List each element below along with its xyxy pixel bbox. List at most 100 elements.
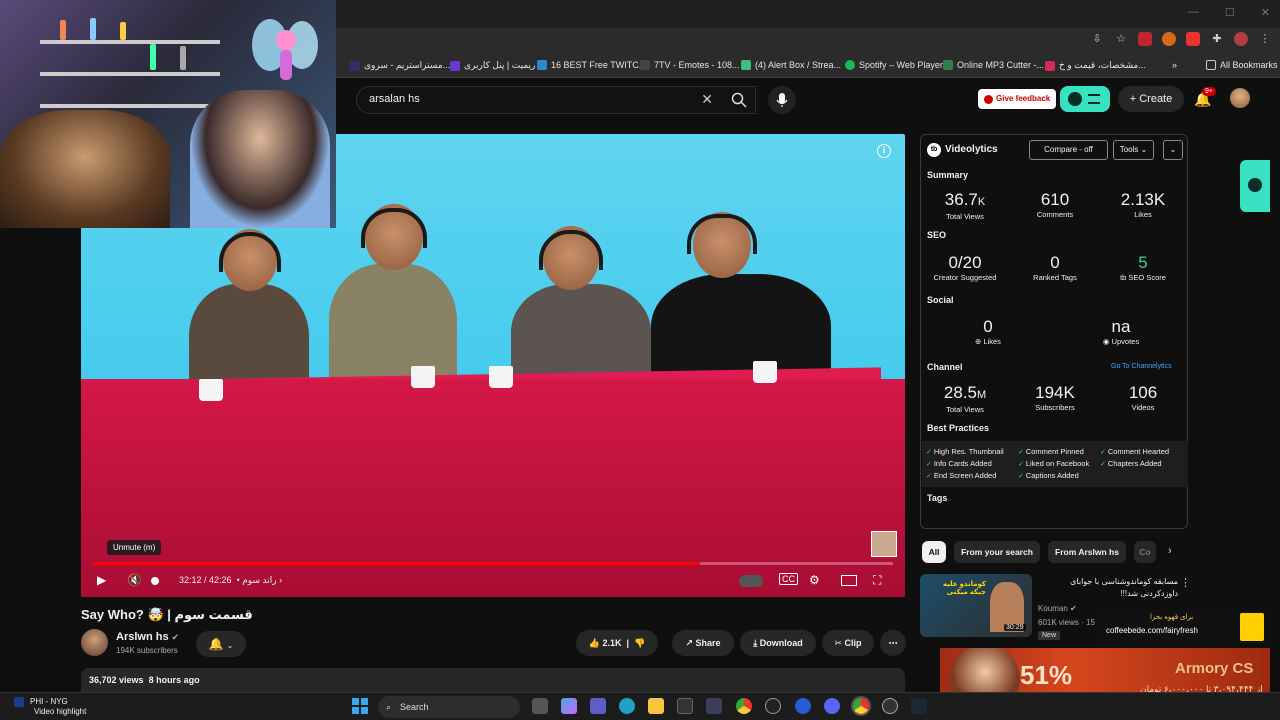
edge-icon[interactable] [619,698,635,714]
channel-watermark[interactable] [871,531,897,557]
extension-red-icon[interactable] [1138,32,1152,46]
extensions-puzzle-icon[interactable]: ✚ [1210,32,1224,46]
bookmark-item[interactable]: مشخصات، قیمت و خ... [1045,60,1146,71]
streamer-person [190,90,330,228]
maximize-icon[interactable]: ☐ [1225,6,1235,19]
voice-search-button[interactable] [768,86,796,114]
app-icon[interactable] [795,698,811,714]
terminal-icon[interactable] [677,698,693,714]
create-label: Create [1139,93,1173,105]
upvotes-label: Upvotes [1111,337,1140,346]
bell-icon: 🔔 [208,637,224,651]
bookmark-item[interactable]: 7TV - Emotes - 108... [640,60,740,70]
bookmark-star-icon[interactable]: ☆ [1114,32,1128,46]
account-avatar[interactable] [1230,88,1250,108]
player-controls: ▶ 🔇 32:12 / 42:26 • راند سوم › CC ⚙ ⛶ [81,565,905,597]
more-actions-icon[interactable]: ⋯ [880,630,906,656]
all-bookmarks[interactable]: All Bookmarks [1206,60,1278,70]
recommendation-channel[interactable]: Kouman ✔ [1038,604,1077,613]
recommendation-title[interactable]: مسابقه کوماندوشناسی با جوابای داوزدکردنی… [1038,576,1178,600]
channel-avatar[interactable] [81,629,108,656]
coffee-cup-icon [1240,613,1264,641]
extension-icons: ⇩ ☆ ✚ ⋮ [1090,32,1272,46]
play-icon[interactable]: ▶ [97,573,106,587]
video-title: Say Who? 🤯 | قسمت سوم [81,607,253,622]
close-icon[interactable]: ✕ [1261,6,1270,19]
spotify-icon [845,60,855,70]
extension-orange-icon[interactable] [1162,32,1176,46]
more-options-icon[interactable]: ⋮ [1180,576,1191,589]
chrome-active-icon[interactable] [853,698,869,714]
chrome-icon[interactable] [736,698,752,714]
seo-score-stat[interactable]: 5 tb SEO Score [1103,253,1183,282]
go-to-channelytics-link[interactable]: Go To Channelytics [1111,363,1172,370]
chip-more[interactable]: Co [1134,541,1156,563]
task-view-icon[interactable] [532,698,548,714]
videolytics-toggle-button[interactable] [1060,86,1110,112]
search-query[interactable]: arsalan hs [369,93,420,105]
compare-toggle-button[interactable]: Compare - off [1029,140,1108,160]
headphones-icon [539,230,603,270]
videolytics-logo-icon [1248,178,1262,192]
figurine [90,18,96,40]
teams-icon[interactable] [590,698,606,714]
more-bookmarks-icon[interactable]: » [1172,60,1177,70]
muted-volume-icon[interactable]: 🔇 [127,573,142,587]
channel-name[interactable]: Arslwn hs ✔ [116,631,179,643]
app-icon[interactable] [706,698,722,714]
download-button[interactable]: ⤓ Download [740,630,816,656]
obs-icon[interactable] [765,698,781,714]
best-practice-item: Chapters Added [1100,459,1162,468]
channel-subs-value: 194K [1035,383,1075,402]
copilot-icon[interactable] [561,698,577,714]
reddit-icon: ◉ [1102,337,1112,346]
sponsor-brand: Armory CS [1175,660,1254,677]
chip-all[interactable]: All [922,541,946,563]
steam-icon[interactable] [911,698,927,714]
bookmark-label: مشخصات، قیمت و خ... [1059,60,1146,70]
media-player-icon[interactable] [882,698,898,714]
extension-camera-icon[interactable] [1186,32,1200,46]
chapter-label[interactable]: • راند سوم [237,575,277,585]
bookmark-item[interactable]: Spotify – Web Player [845,60,943,70]
channel-views-value: 28.5M [925,383,1005,405]
bookmark-item[interactable]: (4) Alert Box / Strea... [741,60,841,70]
taskbar-search[interactable]: ⌕ Search [378,696,520,718]
videolytics-logo-icon [984,94,993,104]
settings-gear-icon[interactable]: ⚙ [809,573,820,587]
bookmark-item[interactable]: Online MP3 Cutter -... [943,60,1044,70]
clear-search-icon[interactable]: ✕ [701,91,713,108]
minimize-icon[interactable]: — [1188,6,1199,19]
like-dislike-button[interactable]: 👍 2.1K | 👎 [576,630,658,656]
tools-dropdown[interactable]: Tools ⌄ [1113,140,1154,160]
theater-mode-icon[interactable] [841,575,857,586]
windows-start-icon[interactable] [352,698,368,714]
bookmark-item[interactable]: ریمیت | پنل کاربری [450,60,535,71]
collapse-chevron-icon[interactable]: ⌄ [1163,140,1183,160]
search-input[interactable]: arsalan hs ✕ [356,86,756,114]
create-button[interactable]: + Create [1118,86,1184,112]
discord-icon[interactable] [824,698,840,714]
chip-from-channel[interactable]: From Arslwn hs [1048,541,1126,563]
fullscreen-icon[interactable]: ⛶ [873,573,881,588]
videolytics-side-button[interactable] [1240,160,1270,212]
install-app-icon[interactable]: ⇩ [1090,32,1104,46]
bookmark-item[interactable]: مستراستریم - سروی... [350,60,450,71]
autoplay-toggle[interactable] [739,575,763,587]
menu-kebab-icon[interactable]: ⋮ [1258,32,1272,46]
chip-from-your-search[interactable]: From your search [954,541,1040,563]
bookmark-item[interactable]: 16 BEST Free TWITC... [537,60,646,70]
captions-icon[interactable]: CC [779,573,798,585]
news-widget[interactable]: PHI - NYG Video highlight [14,697,86,717]
profile-icon[interactable] [1234,32,1248,46]
hamburger-icon [1088,94,1100,104]
share-button[interactable]: ↗ Share [672,630,734,656]
chevron-right-icon[interactable]: › [1168,545,1172,557]
info-icon[interactable]: i [877,144,891,158]
file-explorer-icon[interactable] [648,698,664,714]
search-icon[interactable] [731,92,747,108]
clip-button[interactable]: ✂ Clip [822,630,874,656]
volume-slider-knob[interactable] [151,577,159,585]
give-feedback-button[interactable]: Give feedback [978,89,1057,109]
subscription-bell-button[interactable]: 🔔 ⌄ [196,631,246,657]
